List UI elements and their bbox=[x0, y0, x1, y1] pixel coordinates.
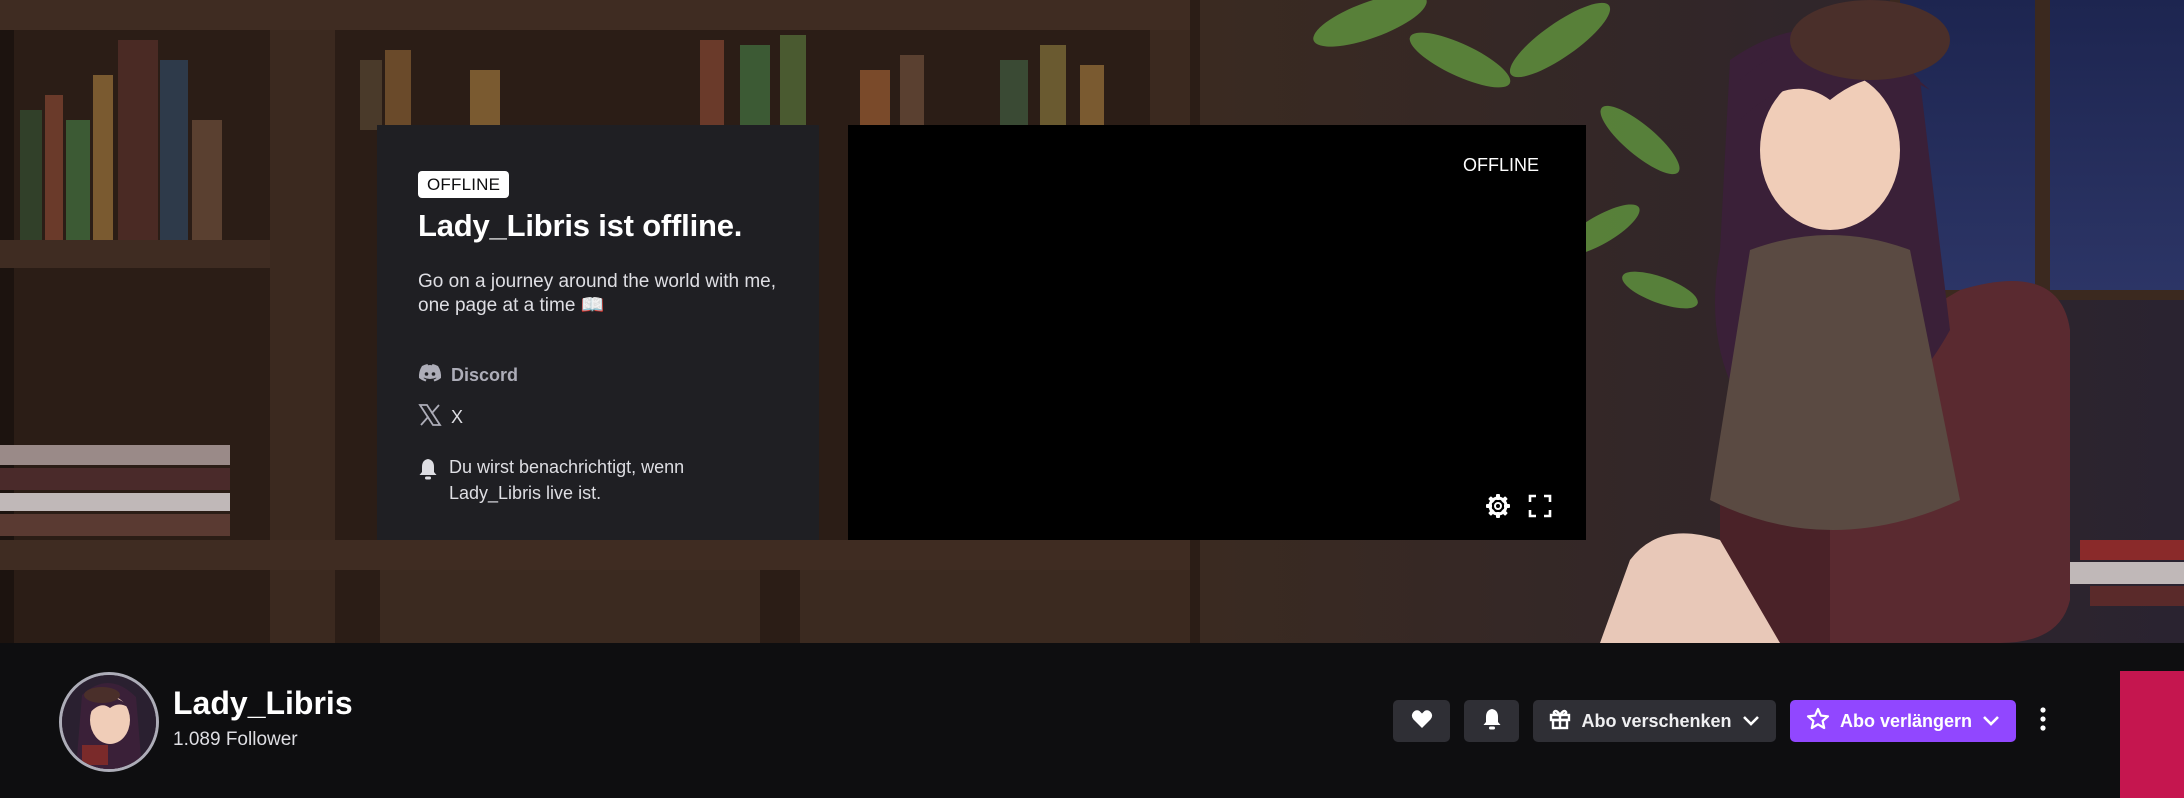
offline-title: Lady_Libris ist offline. bbox=[418, 208, 743, 243]
gift-icon bbox=[1549, 708, 1571, 735]
discord-link[interactable]: Discord bbox=[418, 364, 779, 387]
channel-info-bar: Lady_Libris 1.089 Follower Abo verschenk… bbox=[0, 643, 2184, 798]
gift-sub-label: Abo verschenken bbox=[1581, 710, 1732, 731]
bell-icon bbox=[1482, 708, 1502, 735]
x-label: X bbox=[451, 407, 464, 427]
player-offline-label: OFFLINE bbox=[1462, 155, 1539, 175]
gear-icon bbox=[1485, 493, 1511, 524]
x-link[interactable]: X bbox=[418, 403, 779, 432]
follower-count: 1.089 Follower bbox=[173, 729, 298, 750]
more-options-button[interactable] bbox=[2030, 700, 2056, 742]
offline-badge: OFFLINE bbox=[418, 171, 510, 198]
more-vertical-icon bbox=[2039, 706, 2047, 737]
video-player[interactable]: OFFLINE bbox=[848, 125, 1586, 540]
discord-label: Discord bbox=[451, 365, 519, 385]
star-icon bbox=[1806, 707, 1830, 736]
settings-button[interactable] bbox=[1484, 493, 1512, 524]
subscribe-button[interactable]: Abo verlängern bbox=[1790, 700, 2016, 742]
channel-name[interactable]: Lady_Libris bbox=[173, 685, 353, 722]
heart-icon bbox=[1411, 709, 1433, 734]
gift-sub-button[interactable]: Abo verschenken bbox=[1533, 700, 1776, 742]
offline-info-card: OFFLINE Lady_Libris ist offline. Go on a… bbox=[377, 125, 819, 540]
notification-text: Du wirst benachrichtigt, wenn Lady_Libri… bbox=[449, 457, 685, 503]
side-panel-edge bbox=[2120, 671, 2184, 798]
player-controls bbox=[1484, 493, 1554, 524]
fullscreen-button[interactable] bbox=[1526, 494, 1554, 522]
channel-description: Go on a journey around the world with me… bbox=[418, 271, 777, 316]
subscribe-label: Abo verlängern bbox=[1839, 710, 1973, 731]
avatar[interactable] bbox=[59, 672, 159, 772]
x-icon bbox=[418, 403, 442, 432]
follow-button[interactable] bbox=[1393, 700, 1450, 742]
bell-icon bbox=[418, 458, 438, 487]
avatar-image bbox=[62, 675, 156, 769]
chevron-down-icon bbox=[1982, 711, 2000, 732]
notification-info: Du wirst benachrichtigt, wenn Lady_Libri… bbox=[418, 454, 779, 506]
discord-icon bbox=[418, 364, 442, 387]
notification-button[interactable] bbox=[1464, 700, 1519, 742]
chevron-down-icon bbox=[1742, 711, 1760, 732]
fullscreen-icon bbox=[1528, 494, 1552, 523]
